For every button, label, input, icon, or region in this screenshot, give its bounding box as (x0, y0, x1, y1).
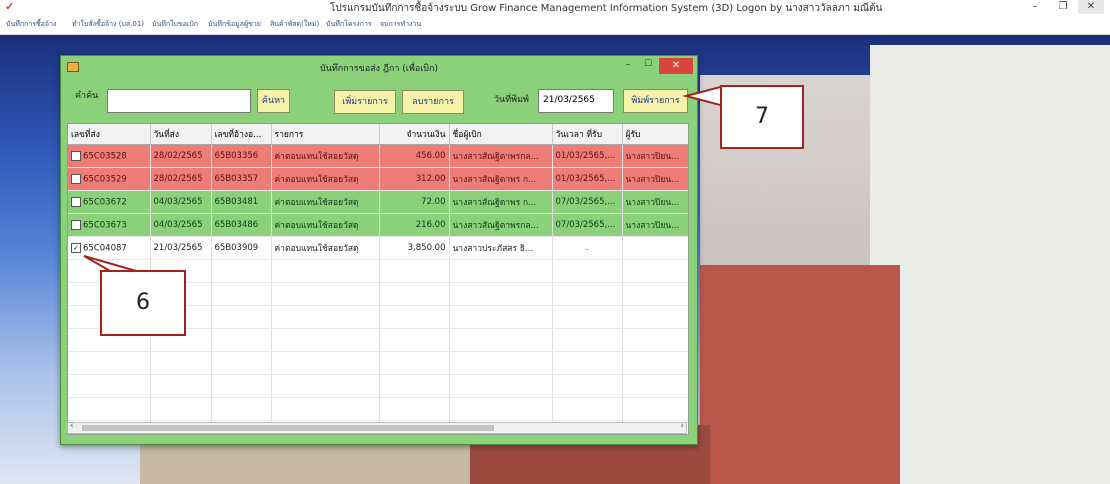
callout-pointers (83, 84, 725, 273)
callout-7: 7 (720, 85, 804, 149)
callout-6: 6 (100, 270, 186, 336)
callout-7-pointer (682, 84, 725, 108)
